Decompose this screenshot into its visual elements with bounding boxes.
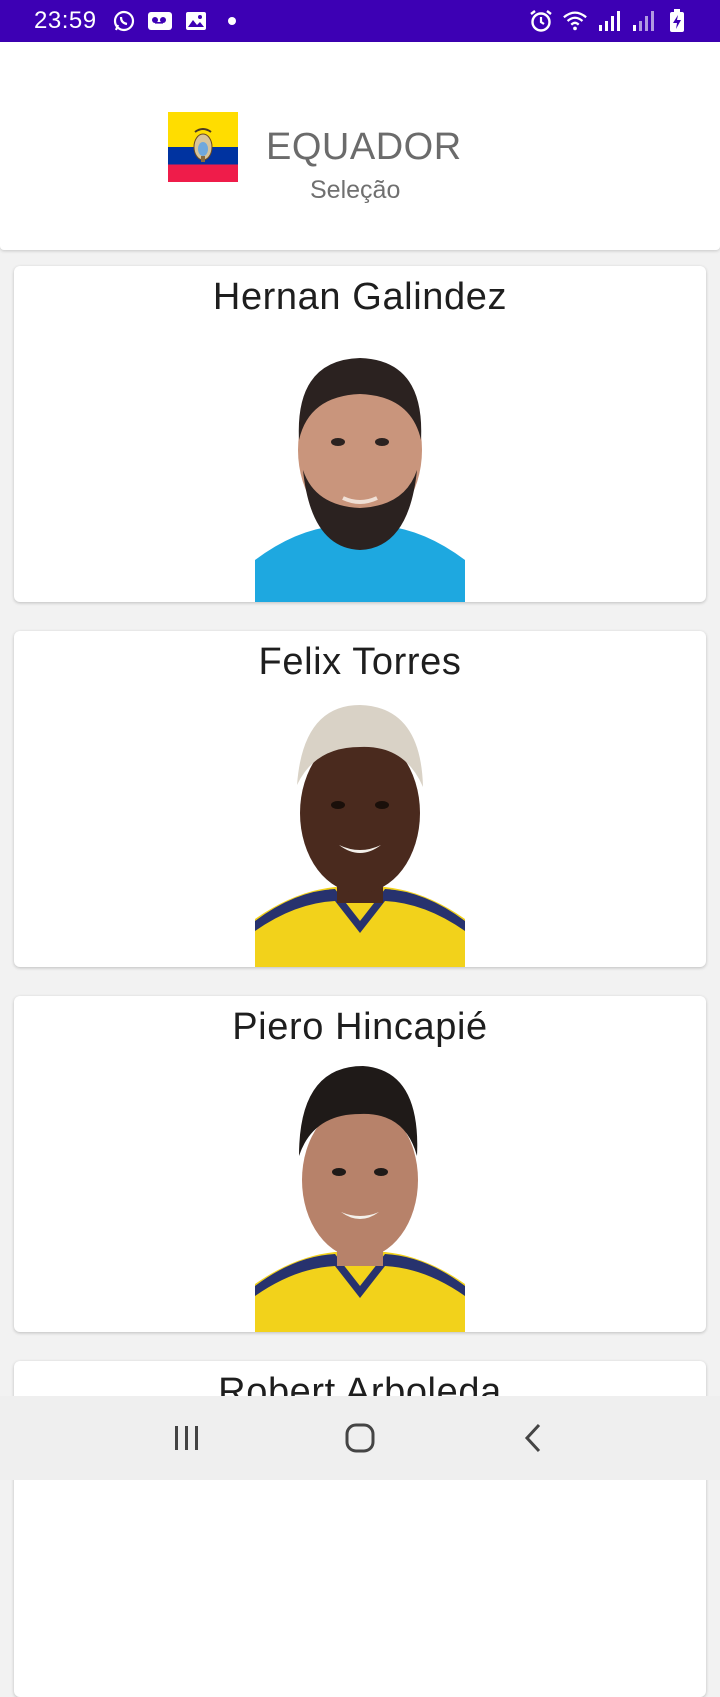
voicemail-icon bbox=[147, 8, 173, 34]
ecuador-flag-icon bbox=[168, 112, 238, 182]
player-card[interactable]: Felix Torres bbox=[14, 631, 706, 967]
status-time: 23:59 bbox=[34, 7, 97, 34]
player-photo bbox=[255, 1060, 465, 1332]
image-icon bbox=[183, 8, 209, 34]
team-title: EQUADOR bbox=[266, 126, 462, 168]
team-header: EQUADOR Seleção bbox=[0, 42, 720, 250]
player-card[interactable]: Piero Hincapié bbox=[14, 996, 706, 1332]
player-name: Hernan Galindez bbox=[212, 276, 508, 318]
whatsapp-icon bbox=[111, 8, 137, 34]
player-name: Felix Torres bbox=[258, 641, 462, 683]
team-subtitle: Seleção bbox=[310, 176, 401, 204]
signal-icon bbox=[596, 8, 622, 34]
recent-apps-icon[interactable] bbox=[157, 1408, 217, 1468]
alarm-icon bbox=[528, 8, 554, 34]
dot-icon bbox=[219, 8, 245, 34]
status-bar: 23:59 bbox=[0, 0, 720, 42]
signal-icon-2 bbox=[630, 8, 656, 34]
status-bar-right bbox=[528, 8, 690, 34]
wifi-icon bbox=[562, 8, 588, 34]
battery-charging-icon bbox=[664, 8, 690, 34]
player-photo bbox=[255, 330, 465, 602]
player-card[interactable]: Hernan Galindez bbox=[14, 266, 706, 602]
player-photo bbox=[255, 695, 465, 967]
navigation-bar bbox=[0, 1396, 720, 1480]
back-icon[interactable] bbox=[503, 1408, 563, 1468]
status-bar-left: 23:59 bbox=[34, 7, 245, 35]
home-icon[interactable] bbox=[330, 1408, 390, 1468]
player-name: Piero Hincapié bbox=[232, 1006, 488, 1048]
